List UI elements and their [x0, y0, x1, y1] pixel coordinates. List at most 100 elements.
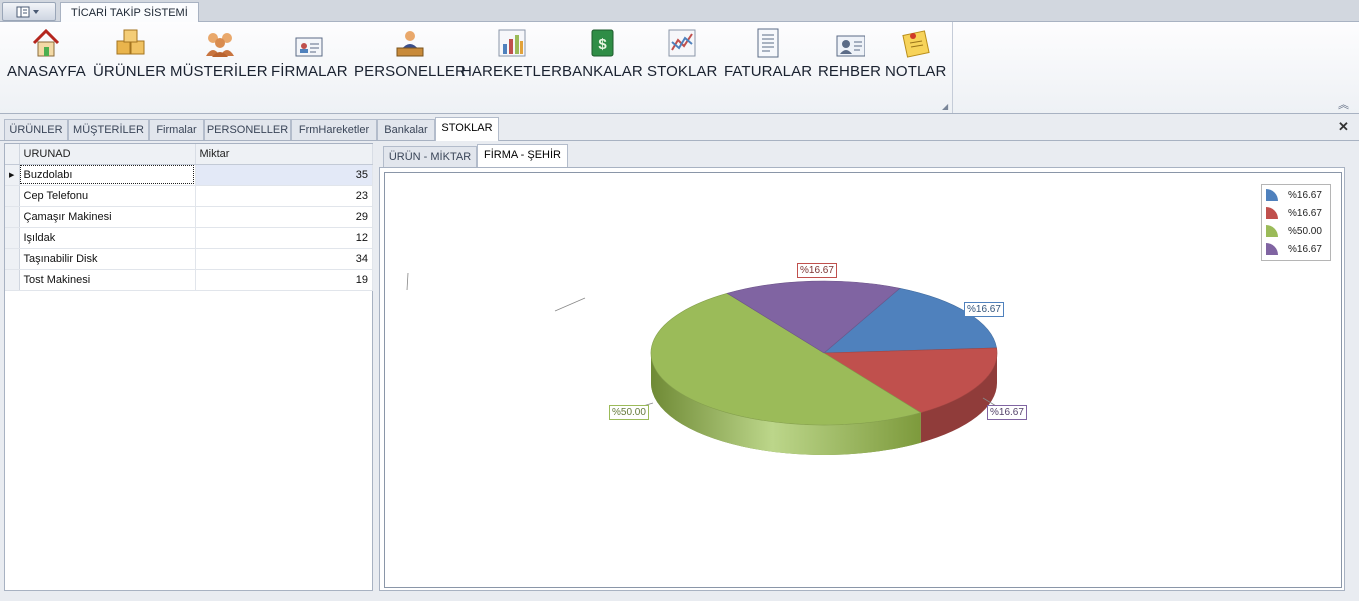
- tab-frmhareketler[interactable]: FrmHareketler: [291, 119, 377, 140]
- employee-icon: [395, 26, 425, 58]
- bankalar-button[interactable]: $ BANKALAR: [562, 26, 643, 80]
- tab-firmalar[interactable]: Firmalar: [149, 119, 204, 140]
- personeller-button[interactable]: PERSONELLER: [354, 26, 466, 80]
- legend-label: %50.00: [1288, 225, 1322, 237]
- tab-bankalar[interactable]: Bankalar: [377, 119, 435, 140]
- slice-label: %50.00: [609, 405, 649, 420]
- row-indicator: [5, 206, 20, 228]
- personeller-label: PERSONELLER: [354, 63, 466, 80]
- anasayfa-button[interactable]: ANASAYFA: [7, 26, 86, 80]
- anasayfa-label: ANASAYFA: [7, 63, 86, 80]
- legend-item: %50.00: [1265, 222, 1322, 240]
- table-row[interactable]: Cep Telefonu 23: [5, 185, 373, 207]
- table-row[interactable]: Taşınabilir Disk 34: [5, 248, 373, 270]
- people-icon: [204, 26, 234, 58]
- faturalar-button[interactable]: FATURALAR: [724, 26, 812, 80]
- cell-miktar[interactable]: 34: [195, 248, 373, 270]
- sticky-note-icon: [901, 26, 931, 58]
- legend-swatch-icon: [1266, 207, 1278, 219]
- legend-item: %16.67: [1265, 186, 1322, 204]
- ribbon-page-tab[interactable]: TİCARİ TAKİP SİSTEMİ: [60, 2, 199, 23]
- ribbon: ANASAYFA ÜRÜNLER MÜSTERİLER FİRMALAR PER…: [0, 22, 1359, 114]
- table-row[interactable]: ▶ Buzdolabı 35: [5, 164, 373, 186]
- svg-text:$: $: [599, 36, 608, 53]
- musteriler-button[interactable]: MÜSTERİLER: [170, 26, 268, 80]
- legend-swatch-icon: [1266, 189, 1278, 201]
- stoklar-button[interactable]: STOKLAR: [647, 26, 717, 80]
- cell-miktar[interactable]: 12: [195, 227, 373, 249]
- pie-chart[interactable]: %16.67 %16.67 %50.00 %16.67 %16.67 %16.6…: [384, 172, 1342, 588]
- faturalar-label: FATURALAR: [724, 63, 813, 80]
- line-chart-icon: [667, 26, 697, 58]
- slice-label: %16.67: [987, 405, 1027, 420]
- collapse-ribbon-icon[interactable]: ︽: [1338, 96, 1349, 112]
- row-indicator: [5, 248, 20, 270]
- money-book-icon: $: [587, 26, 617, 58]
- cell-urunad[interactable]: Tost Makinesi: [19, 269, 196, 291]
- cell-miktar[interactable]: 23: [195, 185, 373, 207]
- rehber-label: REHBER: [818, 63, 882, 80]
- tab-personeller[interactable]: PERSONELLER: [204, 119, 291, 140]
- row-indicator-header: [5, 144, 20, 165]
- rehber-button[interactable]: REHBER: [818, 26, 881, 80]
- id-card-icon: [294, 26, 324, 58]
- legend-swatch-icon: [1266, 243, 1278, 255]
- stock-grid: URUNAD Miktar ▶ Buzdolabı 35 Cep Telefon…: [4, 143, 373, 591]
- stoklar-label: STOKLAR: [647, 63, 718, 80]
- bankalar-label: BANKALAR: [562, 63, 643, 80]
- hareketler-label: HAREKETLER: [461, 63, 563, 80]
- table-row[interactable]: Çamaşır Makinesi 29: [5, 206, 373, 228]
- title-bar: TİCARİ TAKİP SİSTEMİ: [0, 0, 1359, 23]
- label-leader-line: [406, 272, 409, 291]
- slice-label: %16.67: [797, 263, 837, 278]
- urunler-button[interactable]: ÜRÜNLER: [93, 26, 166, 80]
- column-header-urunad[interactable]: URUNAD: [19, 144, 196, 165]
- chart-legend: %16.67 %16.67 %50.00 %16.67: [1261, 184, 1331, 261]
- cell-urunad[interactable]: Işıldak: [19, 227, 196, 249]
- cell-urunad[interactable]: Buzdolabı: [19, 164, 196, 186]
- cell-urunad[interactable]: Taşınabilir Disk: [19, 248, 196, 270]
- chart-panel: ÜRÜN - MİKTAR FİRMA - ŞEHİR %16.67 %16.6…: [379, 143, 1353, 591]
- legend-item: %16.67: [1265, 240, 1322, 258]
- legend-swatch-icon: [1266, 225, 1278, 237]
- chart-frame: %16.67 %16.67 %50.00 %16.67 %16.67 %16.6…: [379, 167, 1345, 591]
- invoice-icon: [753, 26, 783, 58]
- row-indicator: [5, 227, 20, 249]
- table-row[interactable]: Işıldak 12: [5, 227, 373, 249]
- label-leader-line: [554, 297, 586, 312]
- urunler-label: ÜRÜNLER: [93, 63, 167, 80]
- home-icon: [31, 26, 61, 58]
- cell-miktar[interactable]: 35: [195, 164, 373, 186]
- cell-urunad[interactable]: Çamaşır Makinesi: [19, 206, 196, 228]
- tab-stoklar[interactable]: STOKLAR: [435, 117, 499, 141]
- column-header-miktar[interactable]: Miktar: [195, 144, 373, 165]
- firmalar-label: FİRMALAR: [271, 63, 348, 80]
- tab-urunler[interactable]: ÜRÜNLER: [4, 119, 68, 140]
- close-icon[interactable]: ✕: [1338, 119, 1349, 135]
- app-menu-icon: [16, 6, 39, 17]
- slice-label: %16.67: [964, 302, 1004, 317]
- cell-miktar[interactable]: 19: [195, 269, 373, 291]
- tab-musteriler[interactable]: MÜŞTERİLER: [68, 119, 149, 140]
- musteriler-label: MÜSTERİLER: [170, 63, 268, 80]
- legend-item: %16.67: [1265, 204, 1322, 222]
- boxes-icon: [115, 26, 145, 58]
- ribbon-group: ANASAYFA ÜRÜNLER MÜSTERİLER FİRMALAR PER…: [0, 22, 953, 113]
- cell-miktar[interactable]: 29: [195, 206, 373, 228]
- legend-label: %16.67: [1288, 207, 1322, 219]
- hareketler-button[interactable]: HAREKETLER: [461, 26, 562, 80]
- table-row[interactable]: Tost Makinesi 19: [5, 269, 373, 291]
- row-indicator: [5, 269, 20, 291]
- tab-firma-sehir[interactable]: FİRMA - ŞEHİR: [477, 144, 568, 168]
- legend-label: %16.67: [1288, 243, 1322, 255]
- notlar-button[interactable]: NOTLAR: [885, 26, 946, 80]
- contact-card-icon: [835, 26, 865, 58]
- application-menu-button[interactable]: [2, 2, 56, 21]
- cell-urunad[interactable]: Cep Telefonu: [19, 185, 196, 207]
- legend-label: %16.67: [1288, 189, 1322, 201]
- notlar-label: NOTLAR: [885, 63, 947, 80]
- document-tabs: ÜRÜNLER MÜŞTERİLER Firmalar PERSONELLER …: [0, 114, 1359, 141]
- group-dialog-launcher-icon[interactable]: ◢: [942, 102, 948, 111]
- firmalar-button[interactable]: FİRMALAR: [271, 26, 348, 80]
- tab-urun-miktar[interactable]: ÜRÜN - MİKTAR: [383, 146, 477, 168]
